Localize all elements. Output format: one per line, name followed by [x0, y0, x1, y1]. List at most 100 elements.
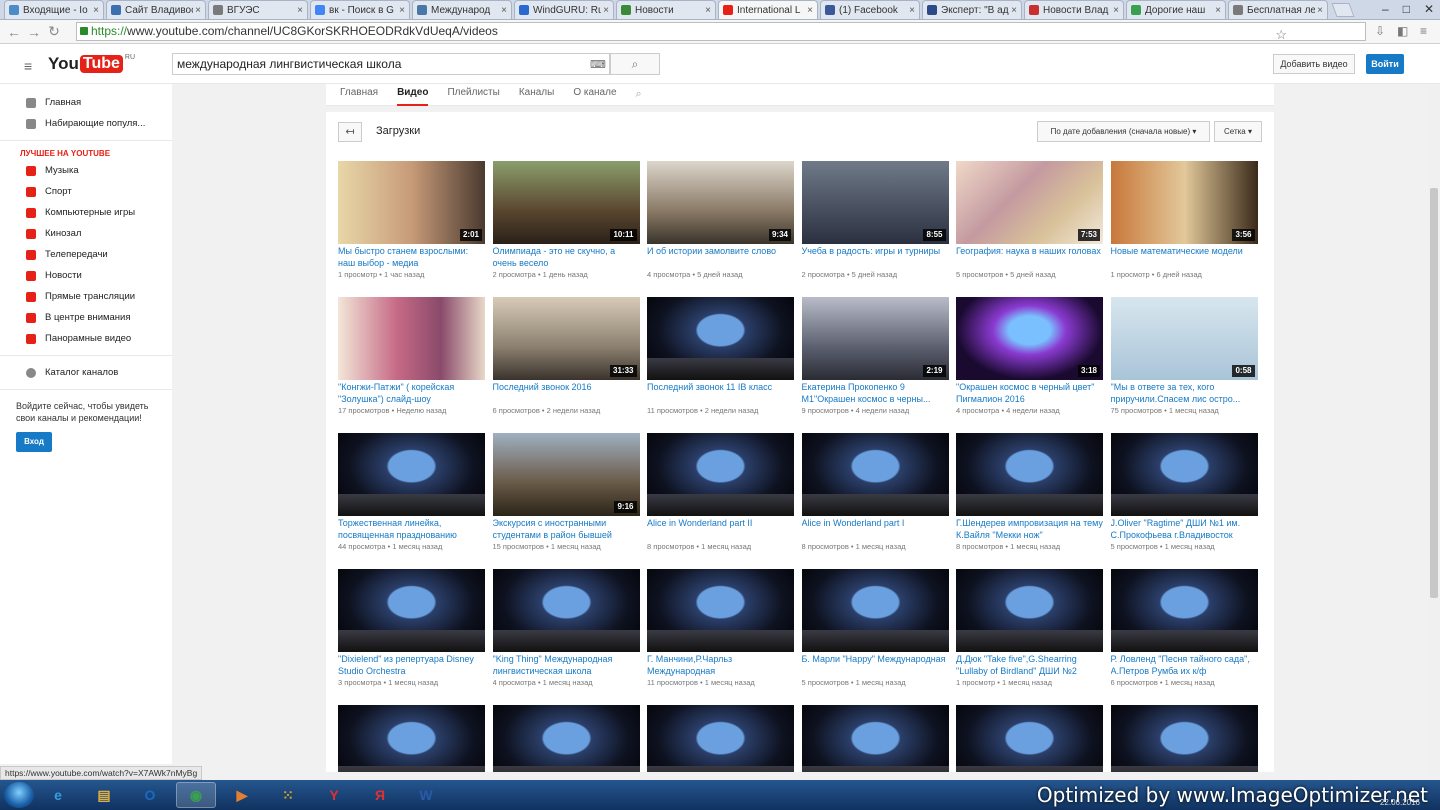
signin-button[interactable]: Войти	[1366, 54, 1404, 74]
video-card[interactable]: 3:40 Торжественная линейка, посвященная п…	[338, 433, 485, 569]
video-title-link[interactable]: Торжественная линейка, посвященная празд…	[338, 518, 485, 541]
video-card[interactable]: 9:16 Экскурсия с иностранными студентами …	[492, 433, 640, 569]
video-card[interactable]: 1:59 Последний звонок 11 IB класс 11 просм…	[647, 297, 794, 433]
video-title-link[interactable]: Д.Дюк "Take five",G.Shearring "Lullaby o…	[956, 654, 1103, 677]
sidebar-item[interactable]: Прямые трансляции	[0, 286, 172, 307]
start-button[interactable]	[4, 782, 34, 808]
channel-tab[interactable]: Главная	[340, 84, 378, 106]
taskbar-app-ie[interactable]: e	[38, 782, 78, 808]
browser-tab[interactable]: Дорогие наш ×	[1126, 0, 1226, 19]
video-title-link[interactable]: И об истории замолвите слово	[647, 246, 794, 269]
tab-close-icon[interactable]: ×	[1317, 5, 1323, 16]
browser-tab[interactable]: WindGURU: Ru ×	[514, 0, 614, 19]
video-thumbnail[interactable]: 7:07	[647, 569, 794, 652]
browser-tab[interactable]: Новости Влад ×	[1024, 0, 1124, 19]
video-card[interactable]: 9:34 И об истории замолвите слово 4 просмо…	[647, 161, 794, 297]
taskbar-app-outlook[interactable]: O	[130, 782, 170, 808]
browser-tab[interactable]: Эксперт: "В ад ×	[922, 0, 1022, 19]
video-card[interactable]: 3:18	[1110, 705, 1258, 772]
sort-dropdown[interactable]: По дате добавления (сначала новые) ▾	[1037, 121, 1210, 142]
video-card[interactable]: 1:31	[956, 705, 1103, 772]
chrome-menu-icon[interactable]: ≡	[1420, 24, 1427, 38]
sidebar-item[interactable]: Кинозал	[0, 223, 172, 244]
browser-tab[interactable]: вк - Поиск в G ×	[310, 0, 410, 19]
taskbar-app-word[interactable]: W	[406, 782, 446, 808]
video-thumbnail[interactable]: 8:55	[801, 161, 949, 244]
sidebar-item[interactable]: Главная	[0, 92, 172, 113]
back-arrow-icon[interactable]: ←	[4, 24, 24, 40]
video-card[interactable]: 0:58 "Мы в ответе за тех, кого приручили.…	[1110, 297, 1258, 433]
sidebar-item[interactable]: Новости	[0, 265, 172, 286]
video-thumbnail[interactable]: 9:16	[492, 433, 640, 516]
video-title-link[interactable]: Alice in Wonderland part I	[802, 518, 949, 541]
video-thumbnail[interactable]: 3:18	[956, 297, 1103, 380]
video-title-link[interactable]: Alice in Wonderland part II	[647, 518, 794, 541]
sidebar-item-catalog[interactable]: Каталог каналов	[0, 362, 172, 383]
video-thumbnail[interactable]: 2:19	[801, 297, 949, 380]
youtube-logo[interactable]: You Tube RU	[48, 54, 135, 74]
taskbar-app-yandex-browser[interactable]: Я	[360, 782, 400, 808]
video-card[interactable]: 1:53 "King Thing" Международная лингвисти…	[492, 569, 640, 705]
video-thumbnail[interactable]: 5:05	[801, 705, 949, 772]
back-button[interactable]: ↤	[338, 122, 362, 142]
tab-close-icon[interactable]: ×	[297, 5, 303, 16]
browser-tab[interactable]: Входящие - Io ×	[4, 0, 104, 19]
video-thumbnail[interactable]: 6:22	[1110, 569, 1258, 652]
sidebar-item[interactable]: В центре внимания	[0, 307, 172, 328]
video-thumbnail[interactable]: 1:59	[647, 297, 794, 380]
video-thumbnail[interactable]: 2:29	[492, 705, 640, 772]
video-thumbnail[interactable]: 4:44	[956, 569, 1103, 652]
video-title-link[interactable]: "Мы в ответе за тех, кого приручили.Спас…	[1111, 382, 1258, 405]
tab-close-icon[interactable]: ×	[909, 5, 915, 16]
forward-arrow-icon[interactable]: →	[24, 24, 44, 40]
download-icon[interactable]: ⇩	[1375, 24, 1385, 38]
video-card[interactable]: 10:11 Олимпиада - это не скучно, а очень …	[492, 161, 640, 297]
tab-close-icon[interactable]: ×	[807, 5, 813, 16]
video-thumbnail[interactable]: 7:53	[956, 161, 1103, 244]
taskbar-app-media[interactable]: ▶	[222, 782, 262, 808]
video-thumbnail[interactable]: 5:37	[338, 705, 485, 772]
browser-tab[interactable]: Новости ×	[616, 0, 716, 19]
sidebar-item[interactable]: Спорт	[0, 181, 172, 202]
video-title-link[interactable]: "Конгжи-Патжи" ( корейская "Золушка") сл…	[338, 382, 485, 405]
video-thumbnail[interactable]	[338, 297, 485, 380]
video-card[interactable]: 5:05	[801, 705, 949, 772]
video-title-link[interactable]: Мы быстро станем взрослыми: наш выбор - …	[338, 246, 485, 269]
guide-menu-icon[interactable]: ≡	[24, 58, 32, 74]
browser-tab[interactable]: International L ×	[718, 0, 818, 19]
browser-tab[interactable]: Сайт Владивос ×	[106, 0, 206, 19]
video-card[interactable]	[647, 705, 794, 772]
video-card[interactable]: 7:53 География: наука в наших головах 5 пр…	[956, 161, 1103, 297]
reload-icon[interactable]: ↻	[44, 23, 64, 40]
video-thumbnail[interactable]: 5:21	[1110, 433, 1258, 516]
video-thumbnail[interactable]: 1:53	[492, 569, 640, 652]
video-title-link[interactable]: Р. Ловленд "Песня тайного сада", А.Петро…	[1111, 654, 1258, 677]
video-card[interactable]: 3:56 Новые математические модели 1 просмот…	[1110, 161, 1258, 297]
extension-icon[interactable]: ◧	[1397, 24, 1408, 38]
video-title-link[interactable]: J.Oliver "Ragtime" ДШИ №1 им. С.Прокофье…	[1111, 518, 1258, 541]
video-title-link[interactable]: Учеба в радость: игры и турниры	[802, 246, 949, 269]
maximize-icon[interactable]: □	[1403, 2, 1410, 16]
channel-search-icon[interactable]: ⌕	[636, 88, 642, 101]
tab-close-icon[interactable]: ×	[603, 5, 609, 16]
video-title-link[interactable]: Последний звонок 11 IB класс	[647, 382, 794, 405]
upload-button[interactable]: Добавить видео	[1273, 54, 1355, 74]
tab-close-icon[interactable]: ×	[93, 5, 99, 16]
video-thumbnail[interactable]: 0:58	[1110, 297, 1258, 380]
video-card[interactable]: 6:57 Г.Шендерев импровизация на тему К.Ва…	[956, 433, 1103, 569]
video-title-link[interactable]: Олимпиада - это не скучно, а очень весел…	[493, 246, 640, 269]
video-title-link[interactable]: Г.Шендерев импровизация на тему К.Вайля …	[956, 518, 1103, 541]
sidebar-item[interactable]: Телепередачи	[0, 244, 172, 265]
tab-close-icon[interactable]: ×	[501, 5, 507, 16]
video-thumbnail[interactable]: 2:01	[338, 161, 485, 244]
channel-tab[interactable]: Плейлисты	[447, 84, 499, 106]
view-dropdown[interactable]: Сетка ▾	[1214, 121, 1262, 142]
tab-close-icon[interactable]: ×	[1113, 5, 1119, 16]
channel-tab[interactable]: Каналы	[519, 84, 555, 106]
video-title-link[interactable]: "King Thing" Международная лингвистическ…	[493, 654, 640, 677]
video-card[interactable]: 7:07 Г. Манчини,Р.Чарльз Международная 11 …	[647, 569, 794, 705]
video-title-link[interactable]: Екатерина Прокопенко 9 М1"Окрашен космос…	[802, 382, 949, 405]
video-card[interactable]: 2:15 Б. Марли "Happy" Международная 5 прос…	[801, 569, 949, 705]
video-card[interactable]: 3:13 "Dixielend" из репертуара Disney Stu…	[338, 569, 485, 705]
sidebar-item[interactable]: Компьютерные игры	[0, 202, 172, 223]
